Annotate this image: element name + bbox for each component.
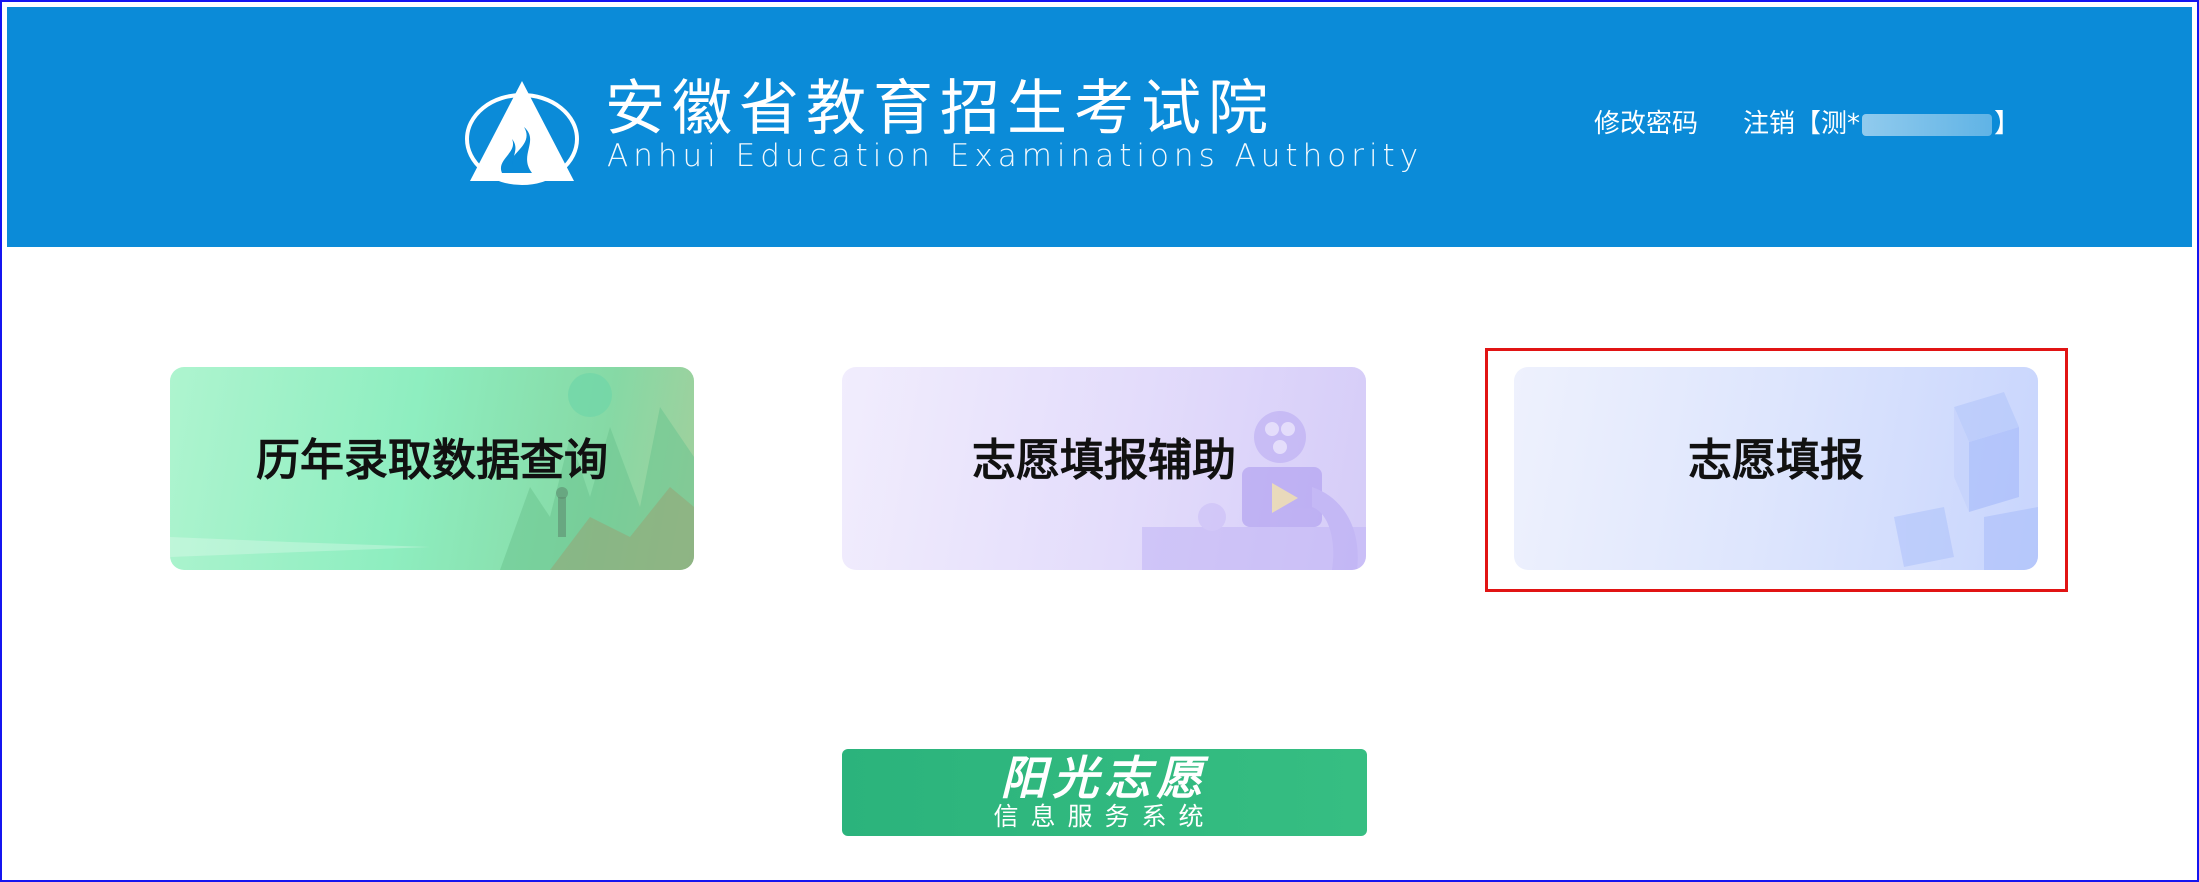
redacted-username (1862, 113, 1993, 136)
header-bar: 安徽省教育招生考试院 Anhui Education Examinations … (7, 7, 2192, 247)
card-label: 志愿填报辅助 (972, 435, 1236, 486)
aeea-logo-icon (465, 81, 579, 185)
banner-title: 阳光志愿 (1000, 751, 1209, 805)
change-password-link[interactable]: 修改密码 (1594, 111, 1698, 137)
application-fill-card[interactable]: 志愿填报 (1514, 367, 2038, 570)
logout-suffix: 】 (1994, 109, 2021, 139)
logout-link[interactable]: 注销【测* 】 (1743, 111, 2020, 137)
org-name-cn: 安徽省教育招生考试院 (605, 74, 1275, 144)
sunshine-volunteer-banner[interactable]: 阳光志愿 信息服务系统 (842, 749, 1367, 836)
page-frame: 安徽省教育招生考试院 Anhui Education Examinations … (0, 0, 2199, 882)
logout-prefix: 注销【测* (1743, 109, 1861, 139)
history-admission-query-card[interactable]: 历年录取数据查询 (170, 367, 694, 570)
application-assist-card[interactable]: 志愿填报辅助 (842, 367, 1366, 570)
card-label: 历年录取数据查询 (256, 435, 608, 486)
banner-subtitle: 信息服务系统 (993, 802, 1216, 831)
org-name-en: Anhui Education Examinations Authority (607, 138, 1424, 174)
card-label: 志愿填报 (1688, 435, 1864, 486)
